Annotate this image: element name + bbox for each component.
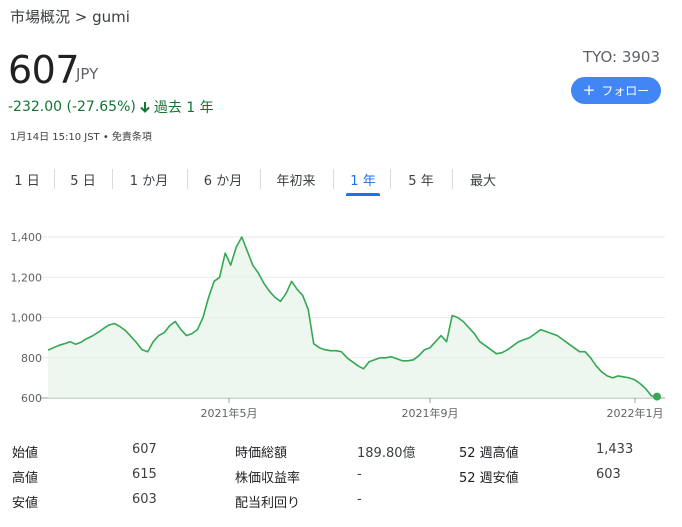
x-tick-label: 2021年5月 [201, 406, 258, 420]
stat-label-high: 高値 [12, 471, 39, 486]
stat-value-low: 603 [132, 492, 157, 507]
tab-1-day[interactable]: 1 日 [8, 166, 46, 192]
y-tick-label: 1,000 [11, 312, 43, 325]
arrow-down-icon [140, 102, 150, 113]
last-price-dot [653, 392, 661, 401]
x-axis-ticks [228, 398, 636, 403]
tab-1-year[interactable]: 1 年 [346, 166, 380, 196]
stat-label-open: 始値 [12, 446, 39, 461]
follow-button[interactable]: + フォロー [571, 77, 661, 104]
stat-value-52wk-low: 603 [596, 467, 621, 482]
stat-label-52wk-high: 52 週高値 [459, 446, 519, 461]
tab-5-year[interactable]: 5 年 [398, 166, 444, 192]
stat-label-market-cap: 時価総額 [235, 446, 288, 461]
price-change-value: -232.00 (-27.65%) [8, 99, 136, 115]
y-tick-label: 600 [21, 392, 42, 405]
tab-divider [390, 169, 391, 189]
y-axis-labels: 1,400 1,200 1,000 800 600 [11, 231, 43, 405]
ticker-symbol: TYO: 3903 [582, 48, 660, 66]
x-tick-label: 2021年9月 [402, 406, 459, 420]
y-tick-label: 800 [21, 352, 42, 365]
tab-6-month[interactable]: 6 か月 [194, 166, 252, 192]
tab-divider [333, 169, 334, 189]
stat-value-52wk-high: 1,433 [596, 442, 634, 457]
stat-label-52wk-low: 52 週安値 [459, 471, 519, 486]
timestamp-disclaimer: 1月14日 15:10 JST • 免責条項 [10, 132, 152, 143]
stats-table: 始値 607 高値 615 安値 603 時価総額 189.80億 株価収益率 … [0, 440, 682, 527]
stat-value-dividend-yield: - [357, 492, 362, 507]
tab-5-day[interactable]: 5 日 [63, 166, 103, 192]
price-chart[interactable]: 1,400 1,200 1,000 800 600 2021年5月 2021年9月 2022… [0, 222, 682, 427]
tab-ytd[interactable]: 年初来 [267, 166, 325, 192]
tab-1-month[interactable]: 1 か月 [120, 166, 178, 192]
y-tick-label: 1,200 [11, 271, 43, 284]
plus-icon: + [582, 81, 596, 99]
price-change-period: 過去 1 年 [153, 100, 214, 116]
stat-value-high: 615 [132, 467, 157, 482]
stat-label-low: 安値 [12, 496, 39, 511]
tab-divider [187, 169, 188, 189]
x-tick-label: 2022年1月 [607, 406, 664, 420]
tab-divider [54, 169, 55, 189]
x-axis-labels: 2021年5月 2021年9月 2022年1月 [201, 406, 664, 420]
stat-value-pe-ratio: - [357, 467, 362, 482]
tab-divider [452, 169, 453, 189]
stat-label-dividend-yield: 配当利回り [235, 496, 301, 511]
tab-max[interactable]: 最大 [460, 166, 506, 192]
stat-value-open: 607 [132, 442, 157, 457]
stat-value-market-cap: 189.80億 [357, 446, 416, 461]
follow-button-label: フォロー [601, 84, 650, 98]
tab-divider [112, 169, 113, 189]
stock-price: 607 [8, 48, 80, 92]
tab-divider [260, 169, 261, 189]
breadcrumb[interactable]: 市場概況 > gumi [10, 6, 130, 27]
price-change: -232.00 (-27.65%) 過去 1 年 [8, 97, 214, 117]
stat-label-pe-ratio: 株価収益率 [235, 471, 301, 486]
currency-label: JPY [76, 65, 99, 83]
y-tick-label: 1,400 [11, 231, 43, 244]
